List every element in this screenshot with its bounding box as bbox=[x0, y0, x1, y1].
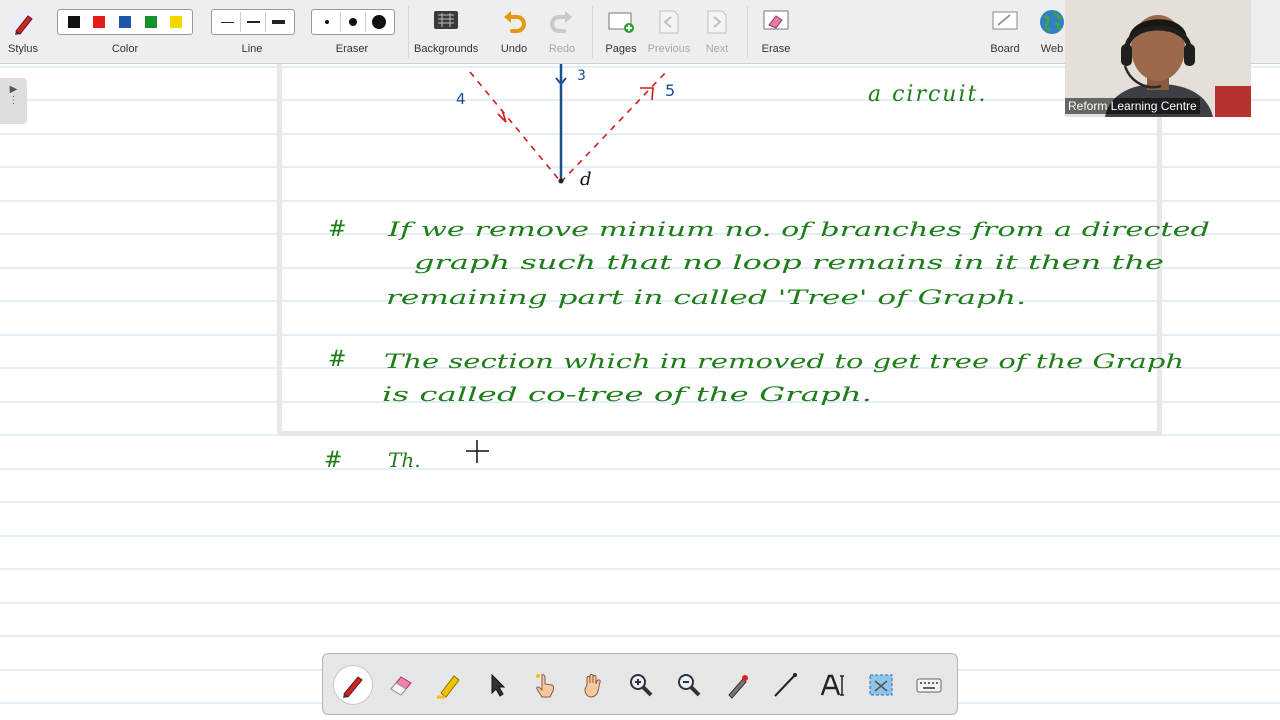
pages-add-icon bbox=[608, 12, 634, 33]
para1-line3: remaining part in called 'Tree' of Graph… bbox=[386, 285, 1026, 309]
redo-button[interactable]: Redo bbox=[541, 0, 583, 64]
laser-pen-icon bbox=[728, 675, 748, 699]
line-medium-option[interactable] bbox=[241, 12, 267, 32]
board-label: Board bbox=[990, 43, 1020, 55]
para1-line2: graph such that no loop remains in it th… bbox=[414, 250, 1164, 274]
eraser-size-options bbox=[311, 9, 395, 35]
pen-tool-button[interactable] bbox=[334, 666, 372, 704]
text-tool-button[interactable] bbox=[814, 666, 852, 704]
undo-icon bbox=[504, 11, 526, 33]
straight-line-button[interactable] bbox=[766, 666, 804, 704]
stylus-icon bbox=[11, 11, 35, 35]
select-tool-button[interactable] bbox=[478, 666, 516, 704]
text-tool-icon bbox=[820, 674, 844, 696]
para1-line1: If we remove minium no. of branches from… bbox=[386, 217, 1210, 241]
previous-page-icon bbox=[659, 10, 679, 34]
eraser-medium-option[interactable] bbox=[341, 12, 367, 32]
previous-label: Previous bbox=[647, 43, 691, 55]
screen-capture-icon bbox=[869, 674, 893, 696]
top-right-note: a circuit. bbox=[868, 82, 987, 107]
color-palette bbox=[57, 9, 193, 35]
stylus-tool[interactable]: Stylus bbox=[0, 0, 46, 64]
keyboard-button[interactable] bbox=[910, 666, 948, 704]
erase-icon bbox=[763, 10, 789, 30]
pen-icon bbox=[343, 676, 363, 698]
para2-line2: is called co-tree of the Graph. bbox=[382, 382, 872, 406]
arrow-cursor-icon bbox=[491, 673, 506, 697]
zoom-out-button[interactable] bbox=[670, 666, 708, 704]
para1-bullet: # bbox=[328, 217, 346, 242]
eraser-tool-button[interactable] bbox=[382, 666, 420, 704]
color-tool[interactable]: Color bbox=[55, 0, 195, 64]
pointing-hand-icon bbox=[536, 674, 555, 698]
crosshair-cursor-icon bbox=[466, 440, 489, 463]
next-label: Next bbox=[705, 43, 729, 55]
screen-capture-button[interactable] bbox=[862, 666, 900, 704]
erase-label: Erase bbox=[761, 43, 791, 55]
zoom-in-button[interactable] bbox=[622, 666, 660, 704]
handwritten-notes: a circuit. # If we remove minium no. of … bbox=[324, 82, 1210, 473]
highlighter-icon bbox=[437, 675, 460, 699]
line-label: Line bbox=[241, 43, 263, 55]
pages-label: Pages bbox=[605, 43, 637, 55]
redo-icon bbox=[550, 11, 572, 33]
pages-button[interactable]: Pages bbox=[598, 0, 644, 64]
zoom-out-icon bbox=[678, 674, 701, 697]
straight-line-icon bbox=[774, 673, 797, 697]
undo-button[interactable]: Undo bbox=[493, 0, 535, 64]
stylus-label: Stylus bbox=[8, 43, 38, 55]
para3-line1: Th. bbox=[388, 448, 421, 472]
color-label: Color bbox=[111, 43, 139, 55]
undo-label: Undo bbox=[500, 43, 528, 55]
eraser-label: Eraser bbox=[335, 43, 369, 55]
board-icon bbox=[992, 11, 1018, 30]
line-thin-option[interactable] bbox=[215, 12, 241, 32]
color-yellow-swatch[interactable] bbox=[170, 16, 183, 28]
whiteboard-page[interactable]: ▶ ⋮ d 3 4 5 a circuit. # If we remove mi… bbox=[0, 64, 1280, 720]
eraser-large-option[interactable] bbox=[366, 12, 391, 32]
pan-tool-button[interactable] bbox=[574, 666, 612, 704]
para2-line1: The section which in removed to get tree… bbox=[384, 349, 1184, 373]
webcam-overlay: Reform Learning Centre bbox=[1065, 0, 1251, 117]
previous-page-button[interactable]: Previous bbox=[646, 0, 692, 64]
backgrounds-icon bbox=[434, 11, 458, 29]
color-black-swatch[interactable] bbox=[67, 16, 80, 28]
hand-icon bbox=[584, 674, 601, 698]
color-green-swatch[interactable] bbox=[144, 16, 157, 28]
eraser-icon bbox=[390, 676, 412, 696]
line-thick-option[interactable] bbox=[266, 12, 291, 32]
laser-pen-button[interactable] bbox=[718, 666, 756, 704]
erase-button[interactable]: Erase bbox=[754, 0, 798, 64]
highlighter-tool-button[interactable] bbox=[430, 666, 468, 704]
color-red-swatch[interactable] bbox=[93, 16, 106, 28]
redo-label: Redo bbox=[548, 43, 576, 55]
line-tool[interactable]: Line bbox=[209, 0, 295, 64]
next-page-button[interactable]: Next bbox=[696, 0, 738, 64]
zoom-in-icon bbox=[630, 674, 653, 697]
backgrounds-button[interactable]: Backgrounds bbox=[414, 0, 478, 64]
line-width-options bbox=[211, 9, 295, 35]
toolbar-divider bbox=[592, 6, 593, 58]
globe-icon bbox=[1040, 10, 1064, 34]
para2-bullet: # bbox=[328, 347, 346, 372]
board-button[interactable]: Board bbox=[984, 0, 1026, 64]
keyboard-icon bbox=[916, 678, 942, 693]
eraser-tool[interactable]: Eraser bbox=[309, 0, 395, 64]
para3-bullet: # bbox=[324, 448, 342, 473]
drawing-toolbar bbox=[322, 653, 958, 715]
eraser-small-option[interactable] bbox=[315, 12, 341, 32]
touch-tool-button[interactable] bbox=[526, 666, 564, 704]
toolbar-divider bbox=[747, 6, 748, 58]
next-page-icon bbox=[707, 10, 727, 34]
toolbar-divider bbox=[408, 6, 409, 58]
backgrounds-label: Backgrounds bbox=[414, 43, 479, 55]
presenter-name-label: Reform Learning Centre bbox=[1065, 98, 1200, 114]
color-blue-swatch[interactable] bbox=[118, 16, 131, 28]
